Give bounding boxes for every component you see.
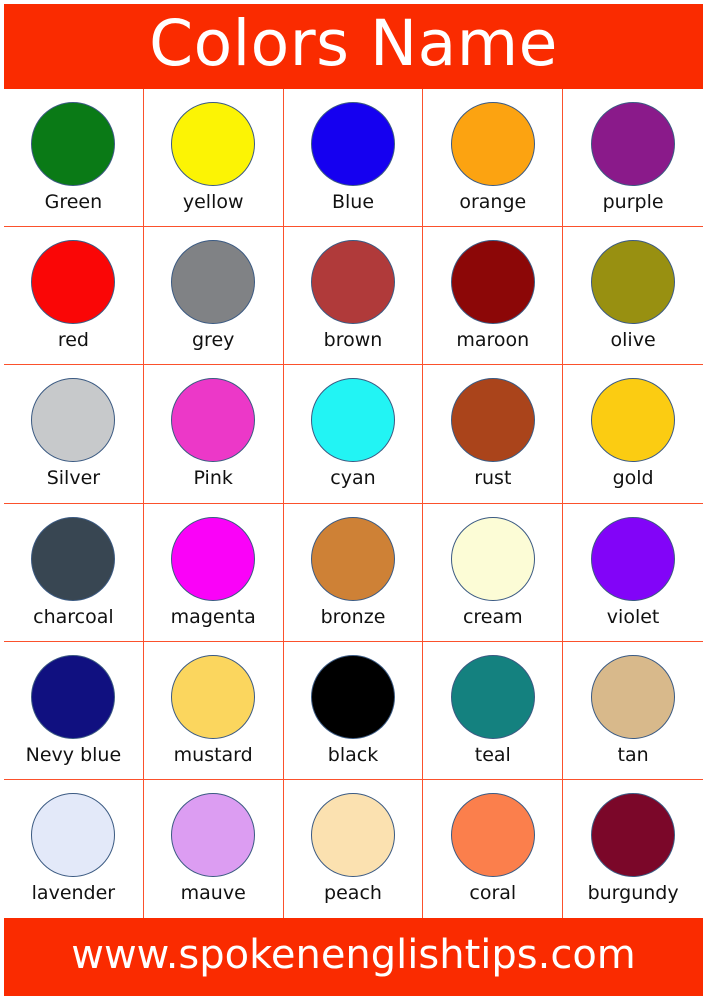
color-name-label: Pink (193, 467, 233, 490)
color-name-label: gold (612, 467, 654, 490)
color-swatch-circle (450, 516, 535, 601)
color-cell[interactable]: grey (143, 227, 284, 366)
color-swatch-circle (310, 654, 395, 739)
color-cell[interactable]: red (4, 227, 144, 366)
color-cell[interactable]: brown (283, 227, 424, 366)
color-swatch-circle (310, 102, 395, 187)
page-title: Colors Name (149, 7, 558, 80)
color-name-label: cyan (330, 467, 376, 490)
color-swatch-circle (171, 516, 256, 601)
color-name-label: peach (324, 882, 382, 905)
color-swatch-circle (171, 378, 256, 463)
color-swatch-circle (310, 240, 395, 325)
color-cell[interactable]: burgundy (563, 779, 703, 918)
color-cell[interactable]: orange (423, 89, 564, 228)
color-swatch-circle (591, 378, 676, 463)
color-swatch-circle (31, 240, 116, 325)
color-swatch-circle (310, 793, 395, 878)
color-cell[interactable]: coral (423, 779, 564, 918)
color-cell[interactable]: peach (283, 779, 424, 918)
color-grid-container: Green yellow Blue orange purple red grey brown m… (4, 89, 703, 918)
color-cell[interactable]: mauve (143, 779, 284, 918)
color-name-label: maroon (456, 329, 530, 352)
color-name-label: yellow (182, 191, 244, 214)
color-swatch-circle (591, 516, 676, 601)
color-swatch-circle (591, 654, 676, 739)
color-swatch-circle (31, 516, 116, 601)
color-swatch-circle (450, 240, 535, 325)
color-name-label: cream (462, 605, 523, 628)
color-grid: Green yellow Blue orange purple red grey brown m… (4, 89, 703, 918)
color-swatch-circle (31, 654, 116, 739)
color-cell[interactable]: olive (563, 227, 703, 366)
color-cell[interactable]: yellow (143, 89, 284, 228)
color-name-label: Blue (331, 191, 375, 214)
color-cell[interactable]: bronze (283, 503, 424, 642)
color-cell[interactable]: charcoal (4, 503, 144, 642)
color-name-label: grey (192, 329, 235, 352)
color-name-label: magenta (170, 605, 256, 628)
color-name-label: orange (459, 191, 527, 214)
color-name-label: bronze (320, 605, 386, 628)
color-cell[interactable]: tan (563, 641, 703, 780)
color-swatch-circle (31, 378, 116, 463)
color-swatch-circle (31, 793, 116, 878)
color-cell[interactable]: gold (563, 365, 703, 504)
color-swatch-circle (171, 102, 256, 187)
website-url: www.spokenenglishtips.com (71, 932, 636, 978)
color-name-label: teal (474, 743, 511, 766)
color-name-label: rust (474, 467, 512, 490)
color-name-label: burgundy (587, 882, 679, 905)
color-name-label: olive (610, 329, 656, 352)
color-name-label: Nevy blue (25, 743, 122, 766)
color-swatch-circle (450, 378, 535, 463)
color-name-label: Green (44, 191, 103, 214)
color-swatch-circle (591, 102, 676, 187)
color-cell[interactable]: lavender (4, 779, 144, 918)
color-name-label: brown (323, 329, 383, 352)
poster-footer: www.spokenenglishtips.com (4, 918, 703, 996)
color-cell[interactable]: rust (423, 365, 564, 504)
poster-header: Colors Name (4, 4, 703, 89)
color-swatch-circle (171, 654, 256, 739)
color-cell[interactable]: teal (423, 641, 564, 780)
color-cell[interactable]: Nevy blue (4, 641, 144, 780)
color-name-label: charcoal (33, 605, 114, 628)
color-name-label: coral (469, 882, 517, 905)
color-name-label: violet (606, 605, 660, 628)
color-name-label: mustard (173, 743, 253, 766)
color-name-label: black (327, 743, 379, 766)
color-name-label: purple (602, 191, 664, 214)
color-cell[interactable]: black (283, 641, 424, 780)
color-swatch-circle (310, 378, 395, 463)
color-cell[interactable]: Silver (4, 365, 144, 504)
colors-name-poster: Colors Name Green yellow Blue orange purple r… (0, 0, 707, 1000)
color-name-label: red (57, 329, 89, 352)
color-swatch-circle (591, 240, 676, 325)
color-cell[interactable]: violet (563, 503, 703, 642)
color-name-label: lavender (31, 882, 116, 905)
color-swatch-circle (310, 516, 395, 601)
color-swatch-circle (450, 102, 535, 187)
color-cell[interactable]: cream (423, 503, 564, 642)
color-name-label: Silver (46, 467, 101, 490)
color-swatch-circle (171, 240, 256, 325)
color-name-label: mauve (180, 882, 246, 905)
color-swatch-circle (171, 793, 256, 878)
color-cell[interactable]: Blue (283, 89, 424, 228)
color-swatch-circle (450, 654, 535, 739)
color-cell[interactable]: cyan (283, 365, 424, 504)
color-cell[interactable]: purple (563, 89, 703, 228)
color-cell[interactable]: mustard (143, 641, 284, 780)
color-name-label: tan (617, 743, 649, 766)
color-swatch-circle (591, 793, 676, 878)
color-cell[interactable]: maroon (423, 227, 564, 366)
color-swatch-circle (31, 102, 116, 187)
color-cell[interactable]: Green (4, 89, 144, 228)
color-swatch-circle (450, 793, 535, 878)
color-cell[interactable]: Pink (143, 365, 284, 504)
color-cell[interactable]: magenta (143, 503, 284, 642)
